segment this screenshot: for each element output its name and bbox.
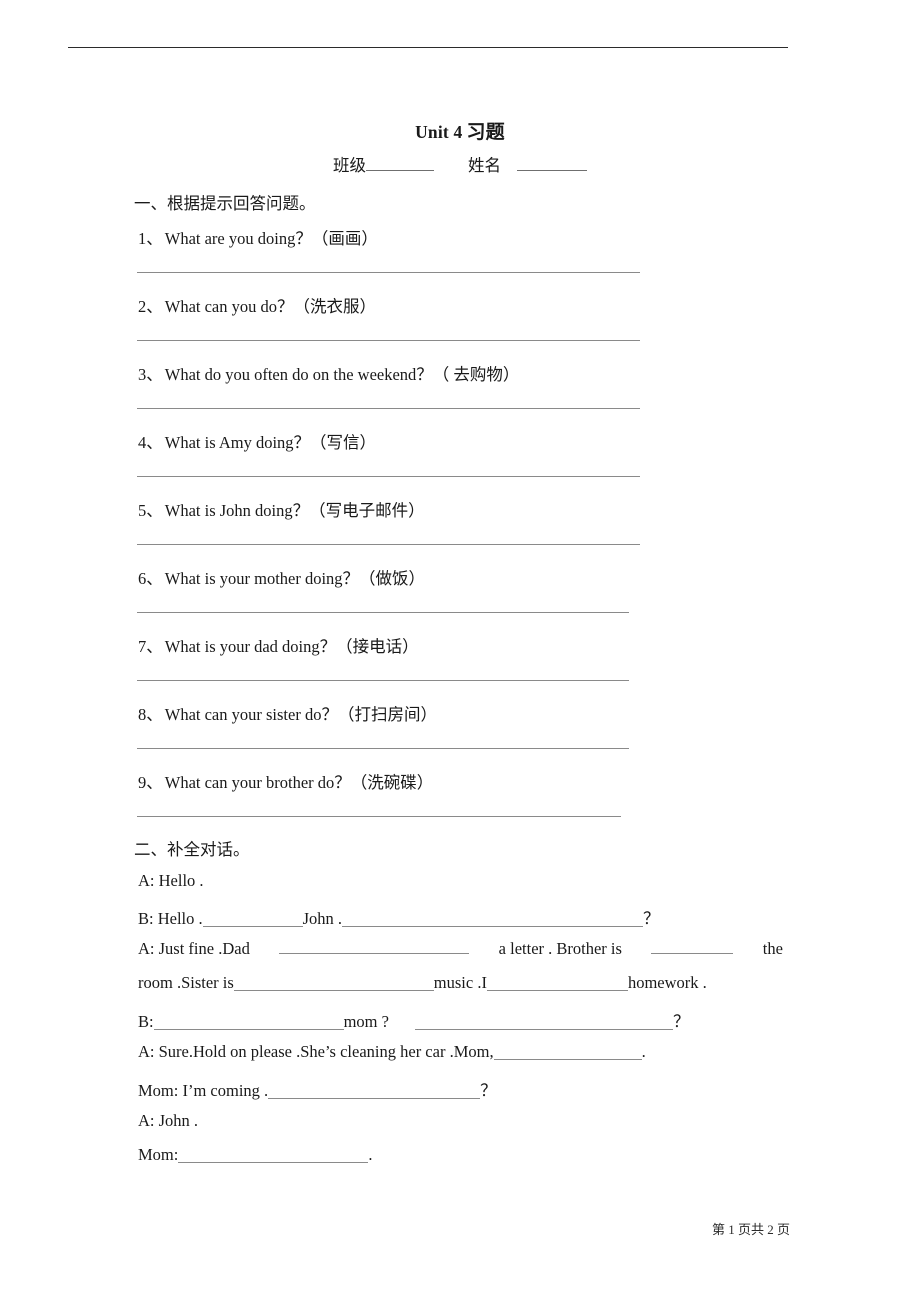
- dialogue-line-4-part-b: music .I: [433, 973, 487, 992]
- dialogue-line-6-part-b: .: [641, 1042, 646, 1061]
- dialogue-line-5-part-b: mom ?: [343, 1012, 389, 1031]
- dialogue-blank-2b[interactable]: [342, 926, 644, 927]
- page-footer: 第 1 页共 2 页: [711, 1222, 790, 1237]
- question-5-number: 5、: [138, 501, 163, 520]
- dialogue-blank-3a[interactable]: [279, 953, 470, 954]
- dialogue-line-7-part-b: ？: [480, 1081, 497, 1100]
- dialogue-line-2-part-c: ？: [643, 909, 660, 928]
- question-1-number: 1、: [138, 229, 163, 248]
- page-title: Unit 4 习题: [0, 117, 920, 144]
- name-blank[interactable]: [517, 170, 587, 171]
- answer-line-1[interactable]: [137, 272, 640, 273]
- question-2-number: 2、: [138, 297, 163, 316]
- question-8-number: 8、: [138, 705, 163, 724]
- header-divider: [68, 47, 788, 48]
- answer-line-9[interactable]: [137, 816, 621, 817]
- student-info-line: 班级 姓名: [0, 152, 920, 176]
- dialogue-line-7-part-a: Mom: I’m coming .: [138, 1081, 269, 1100]
- dialogue-line-1-text: A: Hello .: [138, 871, 204, 890]
- dialogue-blank-5a[interactable]: [153, 1029, 344, 1030]
- dialogue-blank-7[interactable]: [268, 1098, 481, 1099]
- dialogue-line-4: room .Sister is music .I homework .: [138, 973, 707, 993]
- dialogue-line-2-part-b: John .: [302, 909, 343, 928]
- question-8-text: What can your sister do？（打扫房间）: [164, 705, 437, 724]
- question-9-text: What can your brother do？（洗碗碟）: [164, 773, 434, 792]
- dialogue-line-5: B: mom ? ？: [138, 1008, 689, 1032]
- answer-line-4[interactable]: [137, 476, 640, 477]
- question-4-text: What is Amy doing？（写信）: [164, 433, 377, 452]
- question-3-number: 3、: [138, 365, 163, 384]
- class-blank[interactable]: [366, 170, 434, 171]
- dialogue-blank-6[interactable]: [493, 1059, 642, 1060]
- question-7-text: What is your dad doing？（接电话）: [164, 637, 419, 656]
- question-3: 3、 What do you often do on the weekend？（ …: [138, 361, 519, 385]
- dialogue-line-7: Mom: I’m coming . ？: [138, 1077, 497, 1101]
- dialogue-line-8: A: John .: [138, 1111, 198, 1131]
- answer-line-5[interactable]: [137, 544, 640, 545]
- question-4-number: 4、: [138, 433, 163, 452]
- question-2-text: What can you do？（洗衣服）: [164, 297, 377, 316]
- question-1-text: What are you doing？（画画）: [164, 229, 378, 248]
- name-label: 姓名: [468, 156, 501, 175]
- dialogue-blank-3b[interactable]: [651, 953, 734, 954]
- dialogue-line-2: B: Hello . John . ？: [138, 905, 660, 929]
- dialogue-line-3-part-a: A: Just fine .Dad: [138, 939, 250, 958]
- question-6-text: What is your mother doing？（做饭）: [164, 569, 426, 588]
- dialogue-blank-2a[interactable]: [202, 926, 303, 927]
- dialogue-line-3-part-b: a letter . Brother is: [498, 939, 622, 958]
- dialogue-line-3-part-c: the: [762, 939, 783, 958]
- title-cn: 习题: [466, 122, 505, 143]
- answer-line-6[interactable]: [137, 612, 629, 613]
- dialogue-line-9-part-a: Mom:: [138, 1145, 179, 1164]
- answer-line-2[interactable]: [137, 340, 640, 341]
- dialogue-line-2-part-a: B: Hello .: [138, 909, 203, 928]
- question-8: 8、 What can your sister do？（打扫房间）: [138, 701, 437, 725]
- dialogue-line-4-part-c: homework .: [627, 973, 707, 992]
- question-7-number: 7、: [138, 637, 163, 656]
- dialogue-line-9: Mom:.: [138, 1145, 372, 1165]
- answer-line-8[interactable]: [137, 748, 629, 749]
- question-9: 9、 What can your brother do？（洗碗碟）: [138, 769, 433, 793]
- question-9-number: 9、: [138, 773, 163, 792]
- dialogue-blank-5b[interactable]: [414, 1029, 673, 1030]
- question-6: 6、 What is your mother doing？（做饭）: [138, 565, 425, 589]
- worksheet-page: Unit 4 习题 班级 姓名 一、根据提示回答问题。 1、 What are you…: [0, 0, 920, 1302]
- dialogue-line-5-part-a: B:: [138, 1012, 154, 1031]
- dialogue-blank-9[interactable]: [178, 1162, 369, 1163]
- dialogue-line-1: A: Hello .: [138, 871, 204, 891]
- question-5: 5、 What is John doing？（写电子邮件）: [138, 497, 425, 521]
- dialogue-line-4-part-a: room .Sister is: [138, 973, 234, 992]
- title-unit: Unit 4: [415, 122, 463, 142]
- question-5-text: What is John doing？（写电子邮件）: [164, 501, 425, 520]
- question-7: 7、 What is your dad doing？（接电话）: [138, 633, 419, 657]
- question-2: 2、 What can you do？（洗衣服）: [138, 293, 376, 317]
- dialogue-line-6-part-a: A: Sure.Hold on please .She’s cleaning h…: [138, 1042, 494, 1061]
- dialogue-blank-4a[interactable]: [233, 990, 434, 991]
- section-two-heading: 二、补全对话。: [134, 840, 250, 859]
- answer-line-3[interactable]: [137, 408, 640, 409]
- question-4: 4、 What is Amy doing？（写信）: [138, 429, 376, 453]
- question-3-text: What do you often do on the weekend？（ 去购…: [164, 365, 520, 384]
- class-label: 班级: [333, 156, 366, 175]
- section-one-heading: 一、根据提示回答问题。: [134, 194, 316, 213]
- dialogue-line-6: A: Sure.Hold on please .She’s cleaning h…: [138, 1042, 646, 1062]
- answer-line-7[interactable]: [137, 680, 629, 681]
- dialogue-line-3: A: Just fine .Dad a letter . Brother is th…: [138, 939, 783, 959]
- dialogue-blank-4b[interactable]: [486, 990, 628, 991]
- question-6-number: 6、: [138, 569, 163, 588]
- question-1: 1、 What are you doing？（画画）: [138, 225, 378, 249]
- dialogue-line-8-text: A: John .: [138, 1111, 199, 1130]
- dialogue-line-5-part-c: ？: [672, 1012, 690, 1031]
- dialogue-line-9-part-b: .: [368, 1145, 373, 1164]
